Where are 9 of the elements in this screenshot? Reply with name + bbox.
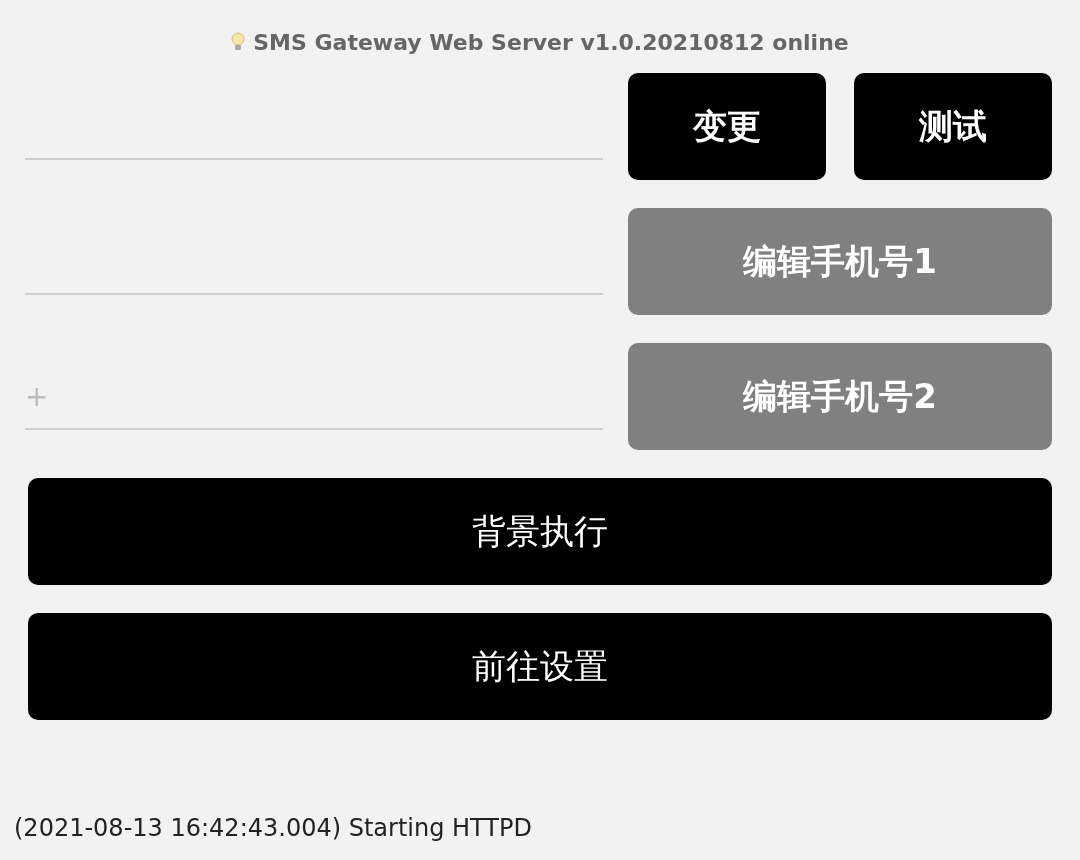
header-title: SMS Gateway Web Server v1.0.20210812 online (253, 28, 849, 57)
light-bulb-icon (231, 32, 246, 52)
action-button[interactable]: 背景执行 (28, 478, 1052, 585)
action-button[interactable]: 编辑手机号2 (628, 343, 1052, 450)
action-button[interactable]: 编辑手机号1 (628, 208, 1052, 315)
action-button[interactable]: 前往设置 (28, 613, 1052, 720)
action-button[interactable]: 变更 (628, 73, 826, 180)
action-button[interactable]: 测试 (854, 73, 1052, 180)
log-line: (2021-08-13 16:42:43.004) Starting HTTPD (14, 814, 532, 842)
